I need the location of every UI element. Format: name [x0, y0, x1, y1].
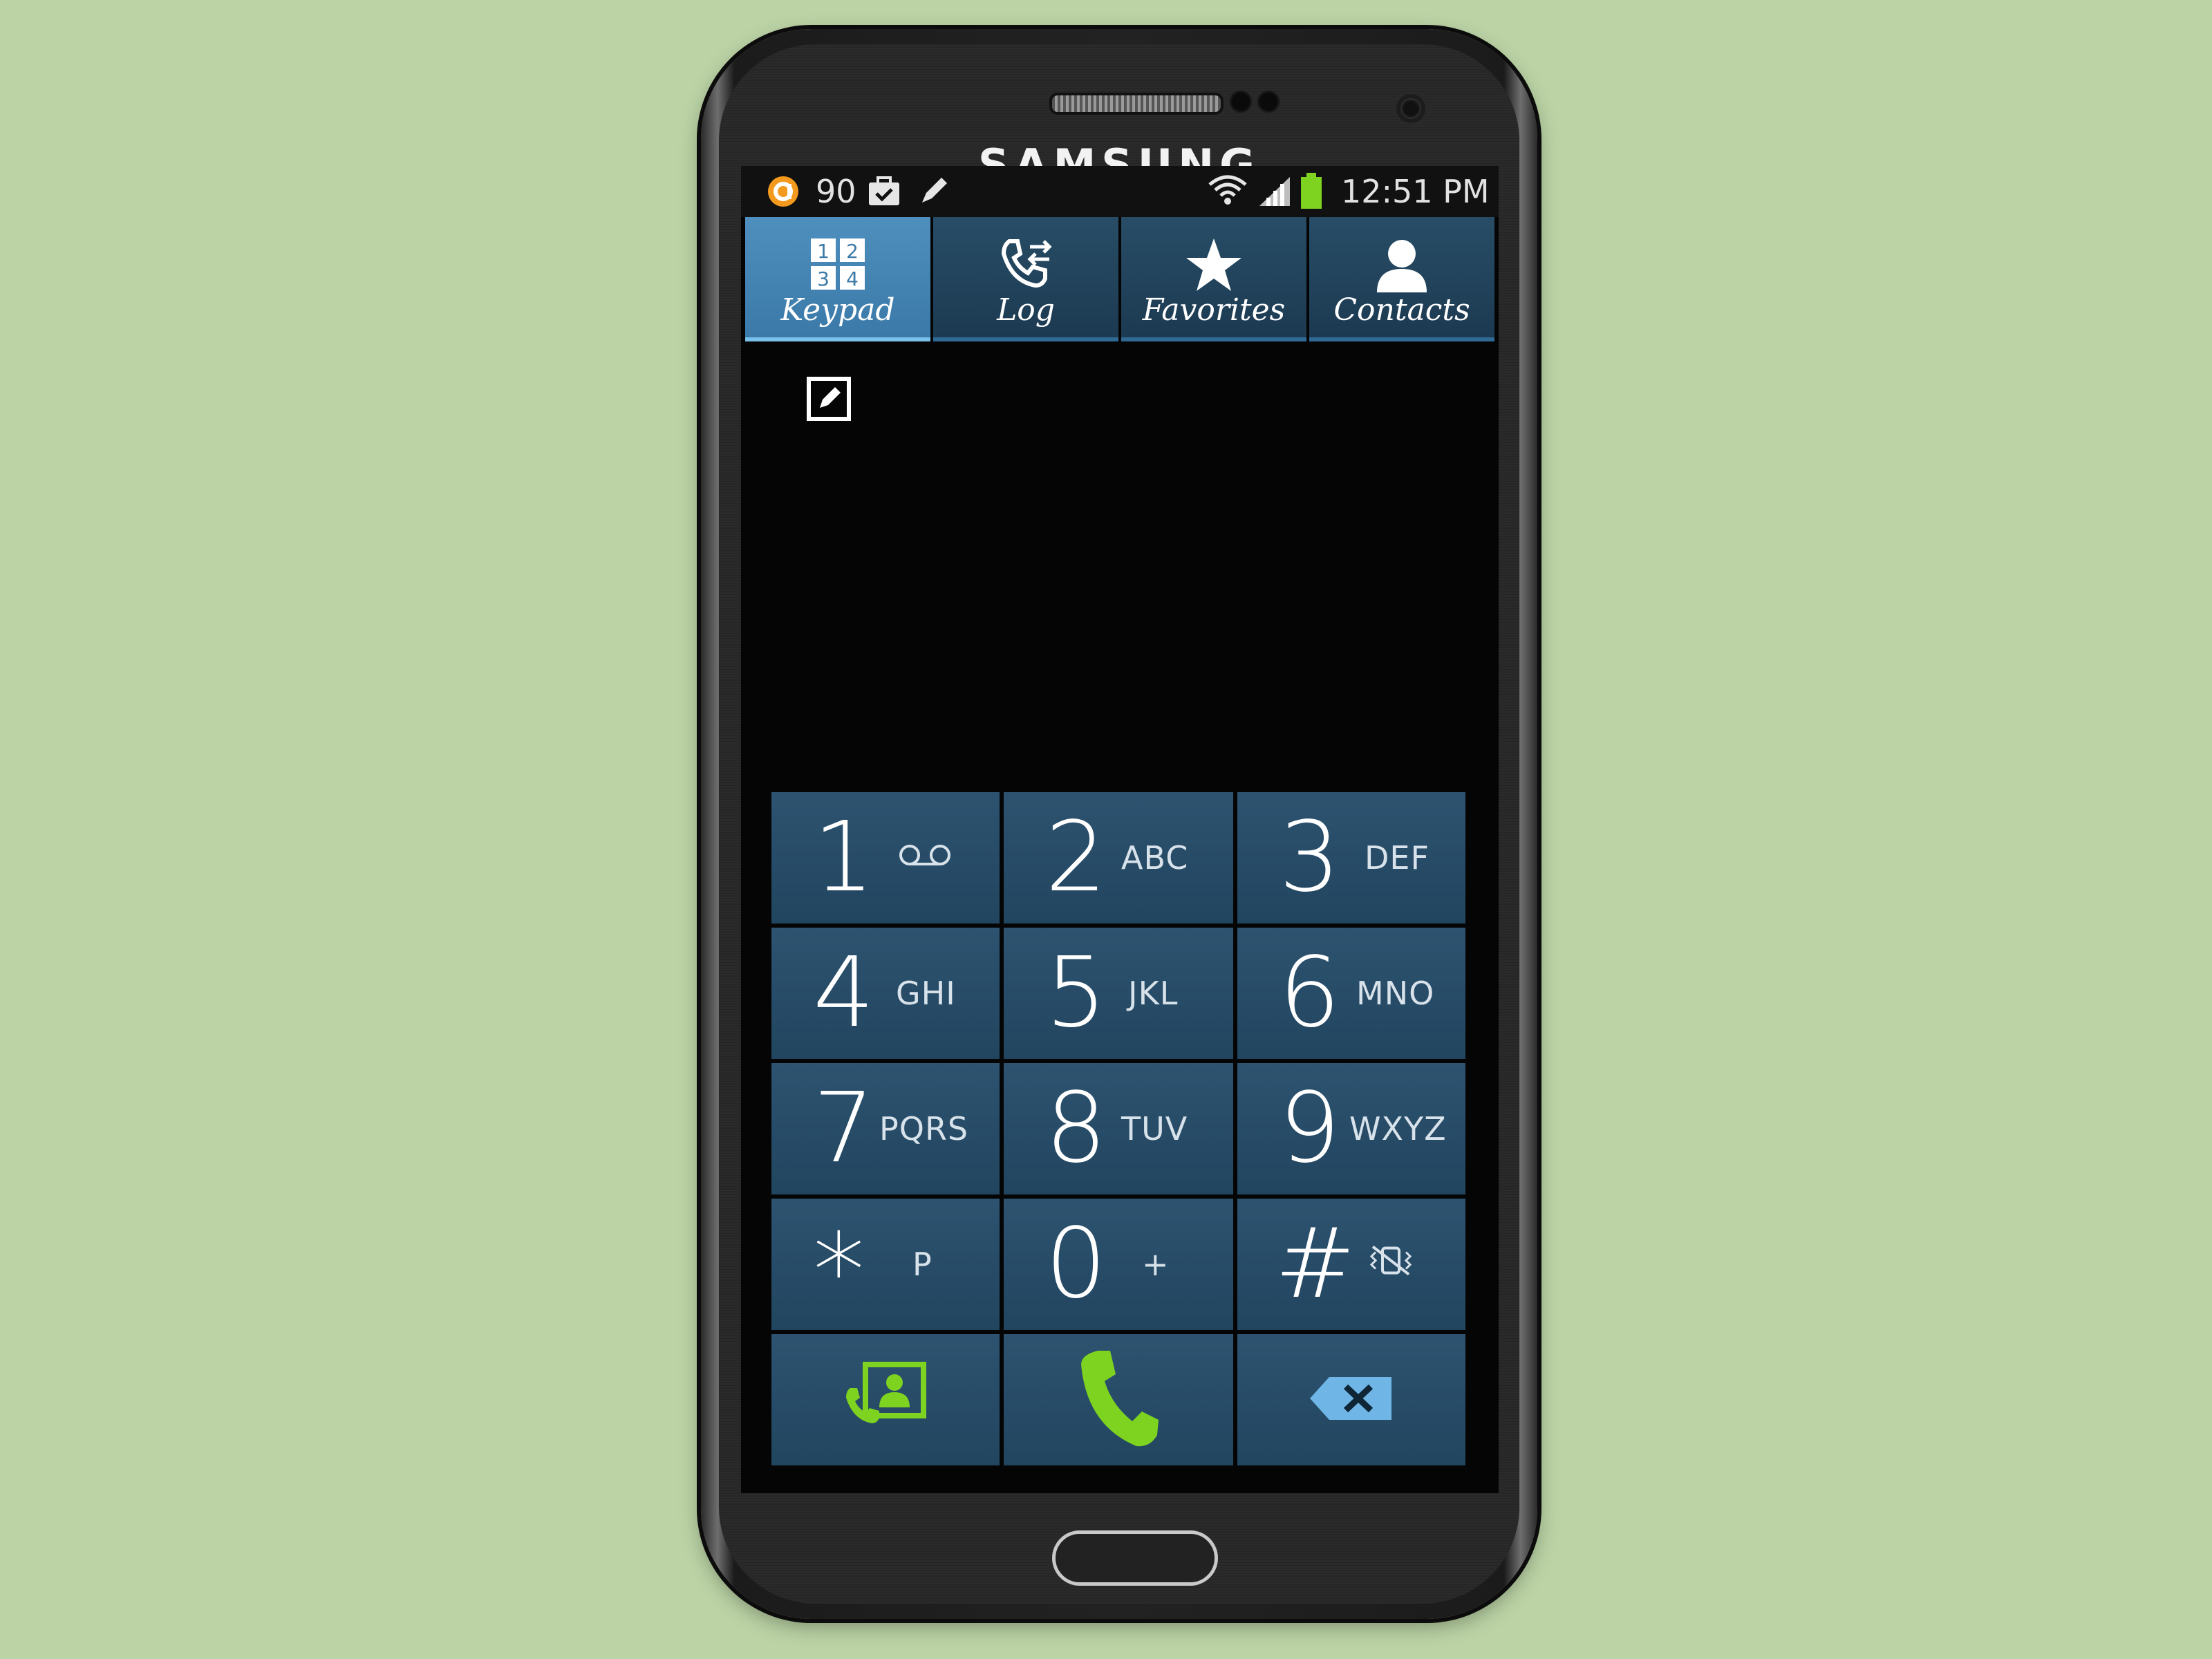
add-to-contacts-button[interactable]	[771, 1334, 1000, 1465]
key-digit: 5	[1045, 937, 1107, 1049]
backspace-icon	[1309, 1374, 1394, 1425]
signal-icon	[1257, 166, 1293, 217]
home-button[interactable]	[1052, 1530, 1218, 1586]
vibrate-off-icon	[1366, 1244, 1416, 1285]
tab-label: Favorites	[1142, 292, 1286, 328]
key-digit: 2	[1045, 801, 1107, 914]
keypad-icon-digit-1: 1	[817, 240, 830, 263]
proximity-sensor	[1229, 90, 1253, 113]
key-hash[interactable]: #	[1237, 1199, 1465, 1330]
briefcase-icon	[867, 166, 901, 217]
key-1[interactable]: 1	[771, 792, 1000, 924]
key-letters: MNO	[1356, 975, 1435, 1012]
dial-keypad: 1 2 ABC 3 DEF 4 GHI 5 JKL 6 MNO 7 PQRS 8…	[771, 792, 1465, 1465]
battery-icon	[1300, 166, 1323, 217]
tab-log[interactable]: Log	[933, 217, 1118, 341]
keypad-icon-digit-4: 4	[846, 268, 859, 290]
tab-label: Keypad	[780, 292, 895, 328]
phone-screen: 90 12:51 PM 1 2 3 4 Keypad Log Favorites…	[741, 166, 1499, 1493]
key-0[interactable]: 0 +	[1004, 1199, 1233, 1330]
key-star[interactable]: * P	[771, 1199, 1000, 1330]
key-2[interactable]: 2 ABC	[1004, 792, 1233, 924]
tab-keypad[interactable]: 1 2 3 4 Keypad	[745, 217, 930, 341]
person-icon	[1371, 234, 1433, 296]
key-digit: 0	[1045, 1208, 1107, 1320]
key-letters: JKL	[1128, 975, 1179, 1012]
key-letters: +	[1142, 1246, 1170, 1283]
keypad-icon-digit-2: 2	[846, 240, 859, 263]
call-log-icon	[995, 234, 1057, 296]
key-7[interactable]: 7 PQRS	[771, 1063, 1000, 1194]
key-digit: 1	[813, 801, 875, 914]
star-icon	[1183, 234, 1245, 296]
app-notification-icon	[766, 166, 800, 217]
key-3[interactable]: 3 DEF	[1237, 792, 1465, 924]
key-digit: 7	[813, 1072, 875, 1185]
key-digit: 8	[1045, 1072, 1107, 1185]
key-letters: DEF	[1365, 839, 1430, 877]
contacts-call-icon	[841, 1360, 930, 1439]
edit-number-icon[interactable]	[806, 376, 851, 421]
backspace-button[interactable]	[1237, 1334, 1465, 1465]
wifi-icon	[1207, 166, 1248, 217]
call-button[interactable]	[1004, 1334, 1233, 1465]
key-8[interactable]: 8 TUV	[1004, 1063, 1233, 1194]
clock: 12:51 PM	[1341, 173, 1490, 210]
keypad-icon-digit-3: 3	[817, 268, 830, 290]
key-digit: *	[813, 1212, 865, 1333]
key-4[interactable]: 4 GHI	[771, 928, 1000, 1059]
light-sensor	[1257, 90, 1280, 113]
key-6[interactable]: 6 MNO	[1237, 928, 1465, 1059]
key-9[interactable]: 9 WXYZ	[1237, 1063, 1465, 1194]
tab-contacts[interactable]: Contacts	[1309, 217, 1494, 341]
key-letters: P	[912, 1246, 932, 1283]
tab-label: Contacts	[1333, 292, 1470, 328]
front-camera	[1400, 98, 1421, 119]
key-digit: 4	[813, 937, 875, 1049]
key-letters: WXYZ	[1349, 1110, 1447, 1147]
key-5[interactable]: 5 JKL	[1004, 928, 1233, 1059]
key-letters: GHI	[896, 975, 956, 1012]
key-digit: 9	[1279, 1072, 1341, 1185]
tab-bar: 1 2 3 4 Keypad Log Favorites Contacts	[745, 217, 1494, 341]
phone-call-icon	[1077, 1347, 1160, 1453]
key-digit: 6	[1279, 937, 1341, 1049]
key-letters: ABC	[1121, 839, 1189, 877]
voicemail-icon	[897, 839, 953, 877]
keypad-icon: 1 2 3 4	[807, 234, 869, 296]
key-letters: TUV	[1121, 1110, 1188, 1147]
earpiece-speaker	[1049, 93, 1224, 115]
pencil-icon	[917, 166, 950, 217]
key-letters: PQRS	[879, 1110, 969, 1147]
tab-label: Log	[997, 292, 1055, 328]
key-digit: #	[1275, 1208, 1356, 1320]
key-digit: 3	[1279, 801, 1341, 914]
status-bar: 90 12:51 PM	[741, 166, 1499, 217]
tab-favorites[interactable]: Favorites	[1121, 217, 1306, 341]
notification-count: 90	[816, 173, 856, 210]
